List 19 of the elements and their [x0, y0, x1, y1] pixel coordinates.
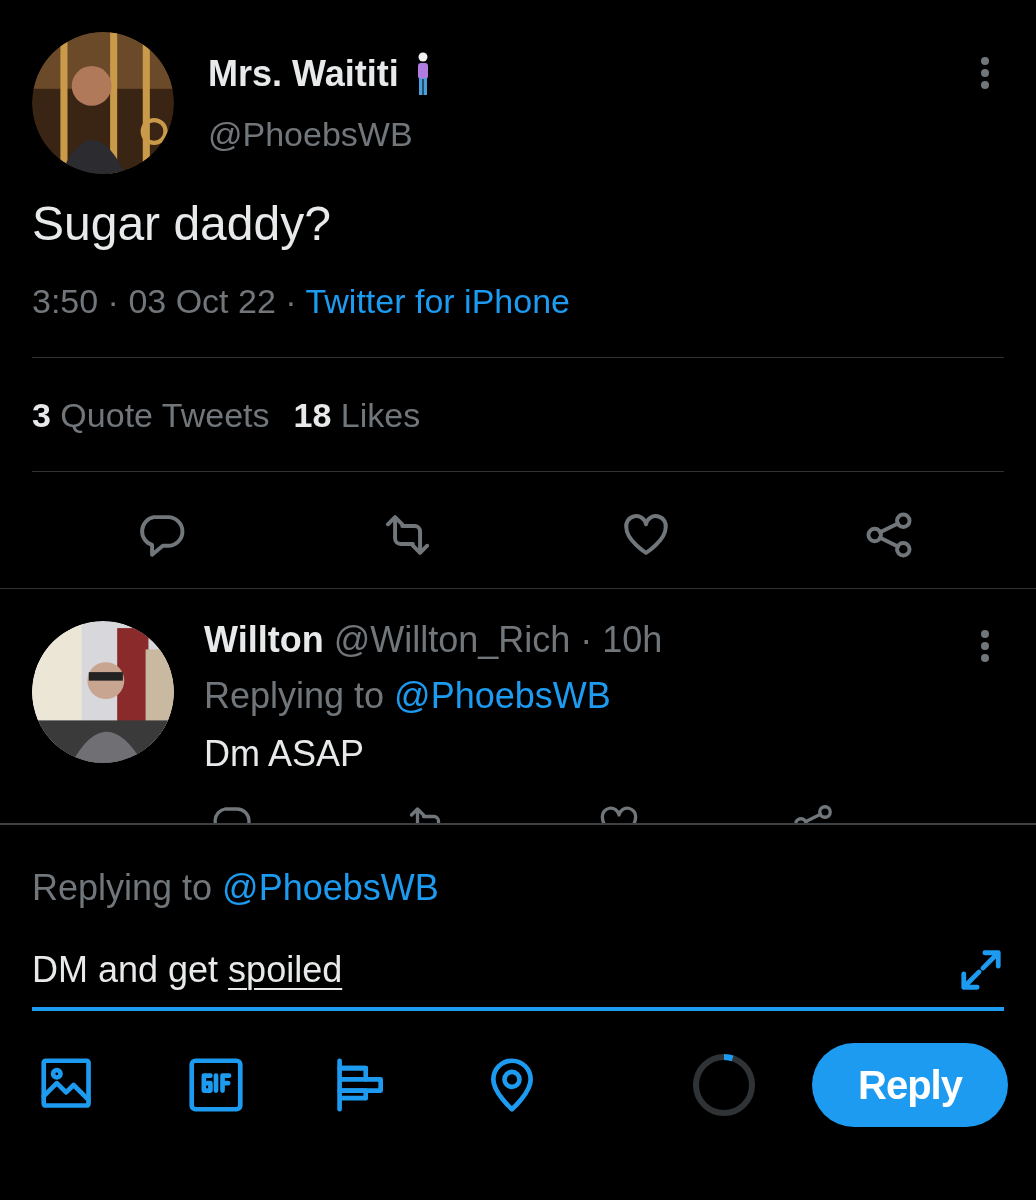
more-icon[interactable] [980, 629, 990, 663]
replying-to-text: Replying to @PhoebsWB [32, 866, 440, 910]
stat-label[interactable]: 18 Likes [293, 390, 421, 441]
mention-link[interactable]: @PhoebsWB [394, 675, 611, 716]
reply-input-field[interactable]: DM and get spoiled [32, 943, 1004, 1011]
gif-icon[interactable] [188, 1057, 244, 1113]
tweet-text: Sugar daddy? [32, 196, 332, 252]
character-count-ring [690, 1051, 758, 1119]
reply-header: Willton @Willton_Rich · 10h [204, 618, 663, 662]
reply-text: Dm ASAP [204, 732, 366, 776]
source-link[interactable]: Twitter for iPhone [305, 282, 570, 320]
expand-icon[interactable] [958, 947, 1004, 993]
author-name: Mrs. Waititi [208, 51, 399, 96]
tweet-meta: 3:50 · 03 Oct 22 · Twitter for iPhone [32, 281, 571, 322]
mention-link[interactable]: @PhoebsWB [222, 867, 439, 908]
stat-label[interactable]: 3 Quote Tweets [32, 390, 270, 441]
author-handle: @PhoebsWB [208, 113, 414, 155]
replying-to-text: Replying to @PhoebsWB [204, 674, 612, 718]
more-icon[interactable] [980, 56, 990, 90]
